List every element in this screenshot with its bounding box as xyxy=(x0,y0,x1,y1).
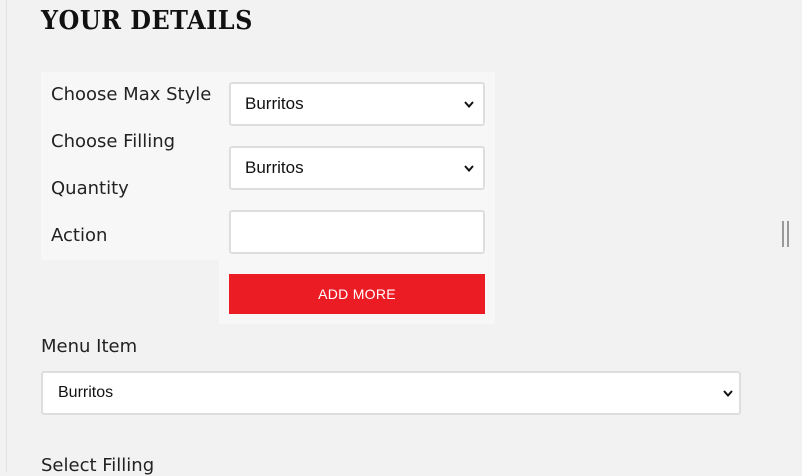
max-style-select-value: Burritos xyxy=(245,94,304,113)
add-more-button[interactable]: ADD MORE xyxy=(229,274,485,314)
page-left-border xyxy=(6,0,7,472)
filling-select-value: Burritos xyxy=(245,158,304,177)
chevron-down-icon xyxy=(723,390,733,398)
quantity-input[interactable] xyxy=(229,210,485,254)
menu-item-select[interactable]: Burritos xyxy=(41,371,741,415)
chevron-down-icon xyxy=(464,101,474,109)
page-title: YOUR DETAILS xyxy=(41,6,253,36)
filling-label: Choose Filling xyxy=(51,131,176,152)
action-label: Action xyxy=(51,225,108,246)
max-style-label: Choose Max Style xyxy=(51,84,212,105)
max-style-select[interactable]: Burritos xyxy=(229,82,485,126)
resize-handle[interactable] xyxy=(782,221,790,247)
menu-item-label: Menu Item xyxy=(41,336,138,357)
select-filling-label: Select Filling xyxy=(41,455,155,476)
order-form-panel: Choose Max Style Choose Filling Quantity… xyxy=(41,72,495,324)
chevron-down-icon xyxy=(464,165,474,173)
form-label-column: Choose Max Style Choose Filling Quantity… xyxy=(41,72,219,260)
menu-item-select-value: Burritos xyxy=(58,384,114,401)
filling-select[interactable]: Burritos xyxy=(229,146,485,190)
quantity-label: Quantity xyxy=(51,178,129,199)
